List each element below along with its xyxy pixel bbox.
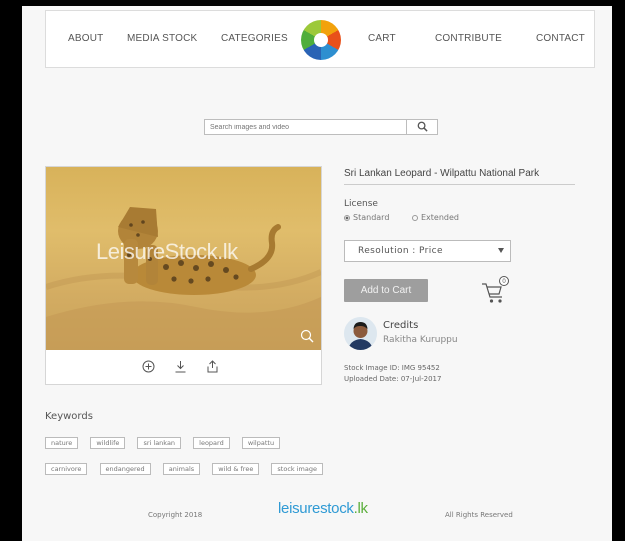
credits-title: Credits [383,320,419,331]
search-bar [204,119,438,135]
search-icon[interactable] [417,121,428,132]
cart-icon[interactable]: 0 [480,275,510,305]
license-standard-label: Standard [353,213,390,222]
chevron-down-icon [498,248,504,253]
keyword-tag[interactable]: stock image [271,463,323,475]
nav-contact[interactable]: CONTACT [536,33,585,44]
radio-selected-icon [344,214,350,221]
search-input[interactable] [205,120,410,134]
radio-unselected-icon [412,214,418,221]
rights-text: All Rights Reserved [445,511,513,519]
keyword-tag[interactable]: wilpattu [241,437,281,449]
add-to-cart-button[interactable]: Add to Cart [344,279,428,302]
resolution-select[interactable]: Resolution : Price [344,240,511,262]
uploaded-date: Uploaded Date: 07-Jul-2017 [344,375,442,383]
contributor-avatar[interactable] [344,317,377,350]
share-icon[interactable] [206,360,219,373]
product-title: Sri Lankan Leopard - Wilpattu National P… [344,168,540,179]
keyword-tag[interactable]: nature [45,437,79,449]
leopard-photo[interactable]: LeisureStock.lk [46,167,321,350]
nav-cart[interactable]: CART [368,33,396,44]
keyword-tags: nature wildlife sri lankan leopard wilpa… [45,430,335,482]
keyword-tag[interactable]: wild & free [212,463,260,475]
keyword-tag[interactable]: wildlife [90,437,126,449]
footer-logo-text: leisurestock [278,500,354,517]
keyword-tag[interactable]: endangered [99,463,151,475]
stock-image-id: Stock Image ID: IMG 95452 [344,364,440,372]
user-avatar-icon [344,317,377,350]
nav-contribute[interactable]: CONTRIBUTE [435,33,502,44]
resolution-select-value: Resolution : Price [358,246,443,256]
license-extended-label: Extended [421,213,459,222]
nav-media-stock[interactable]: MEDIA STOCK [127,33,197,44]
footer-logo[interactable]: leisurestock.lk [278,500,368,517]
search-divider [406,120,407,134]
page: ABOUT MEDIA STOCK CATEGORIES CART CONTRI… [22,6,612,541]
image-watermark: LeisureStock.lk [96,239,238,264]
license-label: License [344,199,378,209]
image-preview-panel: LeisureStock.lk [45,166,322,385]
license-extended-radio[interactable]: Extended [412,213,459,222]
keyword-tag[interactable]: carnivore [45,463,88,475]
footer-logo-suffix: .lk [353,500,368,517]
license-standard-radio[interactable]: Standard [344,213,389,222]
top-nav: ABOUT MEDIA STOCK CATEGORIES CART CONTRI… [45,10,595,68]
contributor-name[interactable]: Rakitha Kuruppu [383,335,458,345]
nav-categories[interactable]: CATEGORIES [221,33,288,44]
keywords-label: Keywords [45,411,93,422]
keyword-tag[interactable]: leopard [193,437,230,449]
copyright-text: Copyright 2018 [148,511,203,519]
nav-about[interactable]: ABOUT [68,33,103,44]
aperture-logo-icon[interactable] [301,20,341,60]
add-icon[interactable] [142,360,155,373]
download-icon[interactable] [174,360,187,373]
keyword-tag[interactable]: sri lankan [137,437,182,449]
title-divider [344,184,575,185]
keyword-tag[interactable]: animals [162,463,201,475]
zoom-icon[interactable] [300,329,314,343]
